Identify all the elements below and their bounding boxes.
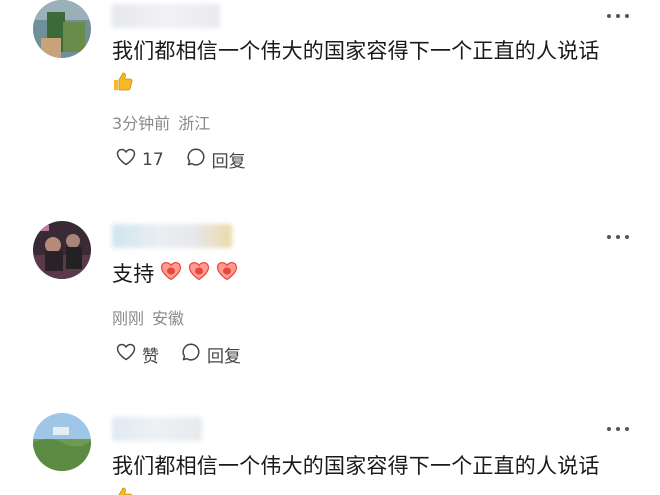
- more-options-button[interactable]: [607, 234, 629, 240]
- avatar[interactable]: [33, 413, 91, 471]
- reply-label: 回复: [207, 347, 241, 367]
- username-blurred[interactable]: [112, 417, 202, 441]
- comment-actions: 赞 回复: [116, 342, 241, 367]
- comment-text-content: 支持: [112, 262, 155, 286]
- more-options-button[interactable]: [607, 13, 629, 19]
- chat-bubble-icon: [181, 342, 201, 367]
- thumbs-up-icon: [112, 485, 134, 495]
- comment-item: 我们都相信一个伟大的国家容得下一个正直的人说话 3分钟前 浙江 17 回复: [0, 0, 660, 190]
- heart-outline-icon: [116, 343, 136, 366]
- comment-time: 3分钟前: [112, 114, 171, 133]
- comment-location: 浙江: [178, 114, 211, 133]
- thumbs-up-icon: [112, 70, 134, 96]
- comment-meta: 3分钟前 浙江: [112, 110, 210, 134]
- like-button[interactable]: 17: [116, 148, 164, 171]
- more-options-button[interactable]: [607, 426, 629, 432]
- reply-label: 回复: [211, 152, 246, 172]
- reply-button[interactable]: 回复: [181, 342, 241, 367]
- like-button[interactable]: 赞: [116, 342, 159, 367]
- heart-icon: [216, 261, 238, 287]
- heart-outline-icon: [116, 148, 136, 171]
- comment-text: 我们都相信一个伟大的国家容得下一个正直的人说话: [112, 39, 600, 63]
- reply-button[interactable]: 回复: [186, 147, 246, 172]
- comment-feed: 我们都相信一个伟大的国家容得下一个正直的人说话 3分钟前 浙江 17 回复 支持…: [0, 0, 660, 495]
- avatar[interactable]: [33, 0, 91, 58]
- comment-meta: 刚刚 安徽: [112, 305, 184, 329]
- comment-text: 支持: [112, 261, 238, 287]
- chat-bubble-icon: [186, 147, 206, 172]
- heart-icon: [160, 261, 182, 287]
- username-blurred[interactable]: [112, 224, 232, 248]
- comment-actions: 17 回复: [116, 147, 246, 172]
- heart-icon: [188, 261, 210, 287]
- like-label: 赞: [142, 347, 159, 367]
- comment-time: 刚刚: [112, 309, 145, 328]
- comment-item: 支持 刚刚 安徽 赞 回复: [0, 221, 660, 391]
- comment-location: 安徽: [152, 309, 185, 328]
- comment-text: 我们都相信一个伟大的国家容得下一个正直的人说话: [112, 454, 600, 478]
- username-blurred[interactable]: [112, 4, 220, 28]
- comment-emoji-row: [112, 485, 134, 495]
- comment-emoji-row: [112, 70, 134, 96]
- avatar[interactable]: [33, 221, 91, 279]
- like-count: 17: [142, 149, 164, 170]
- comment-item: 我们都相信一个伟大的国家容得下一个正直的人说话: [0, 413, 660, 495]
